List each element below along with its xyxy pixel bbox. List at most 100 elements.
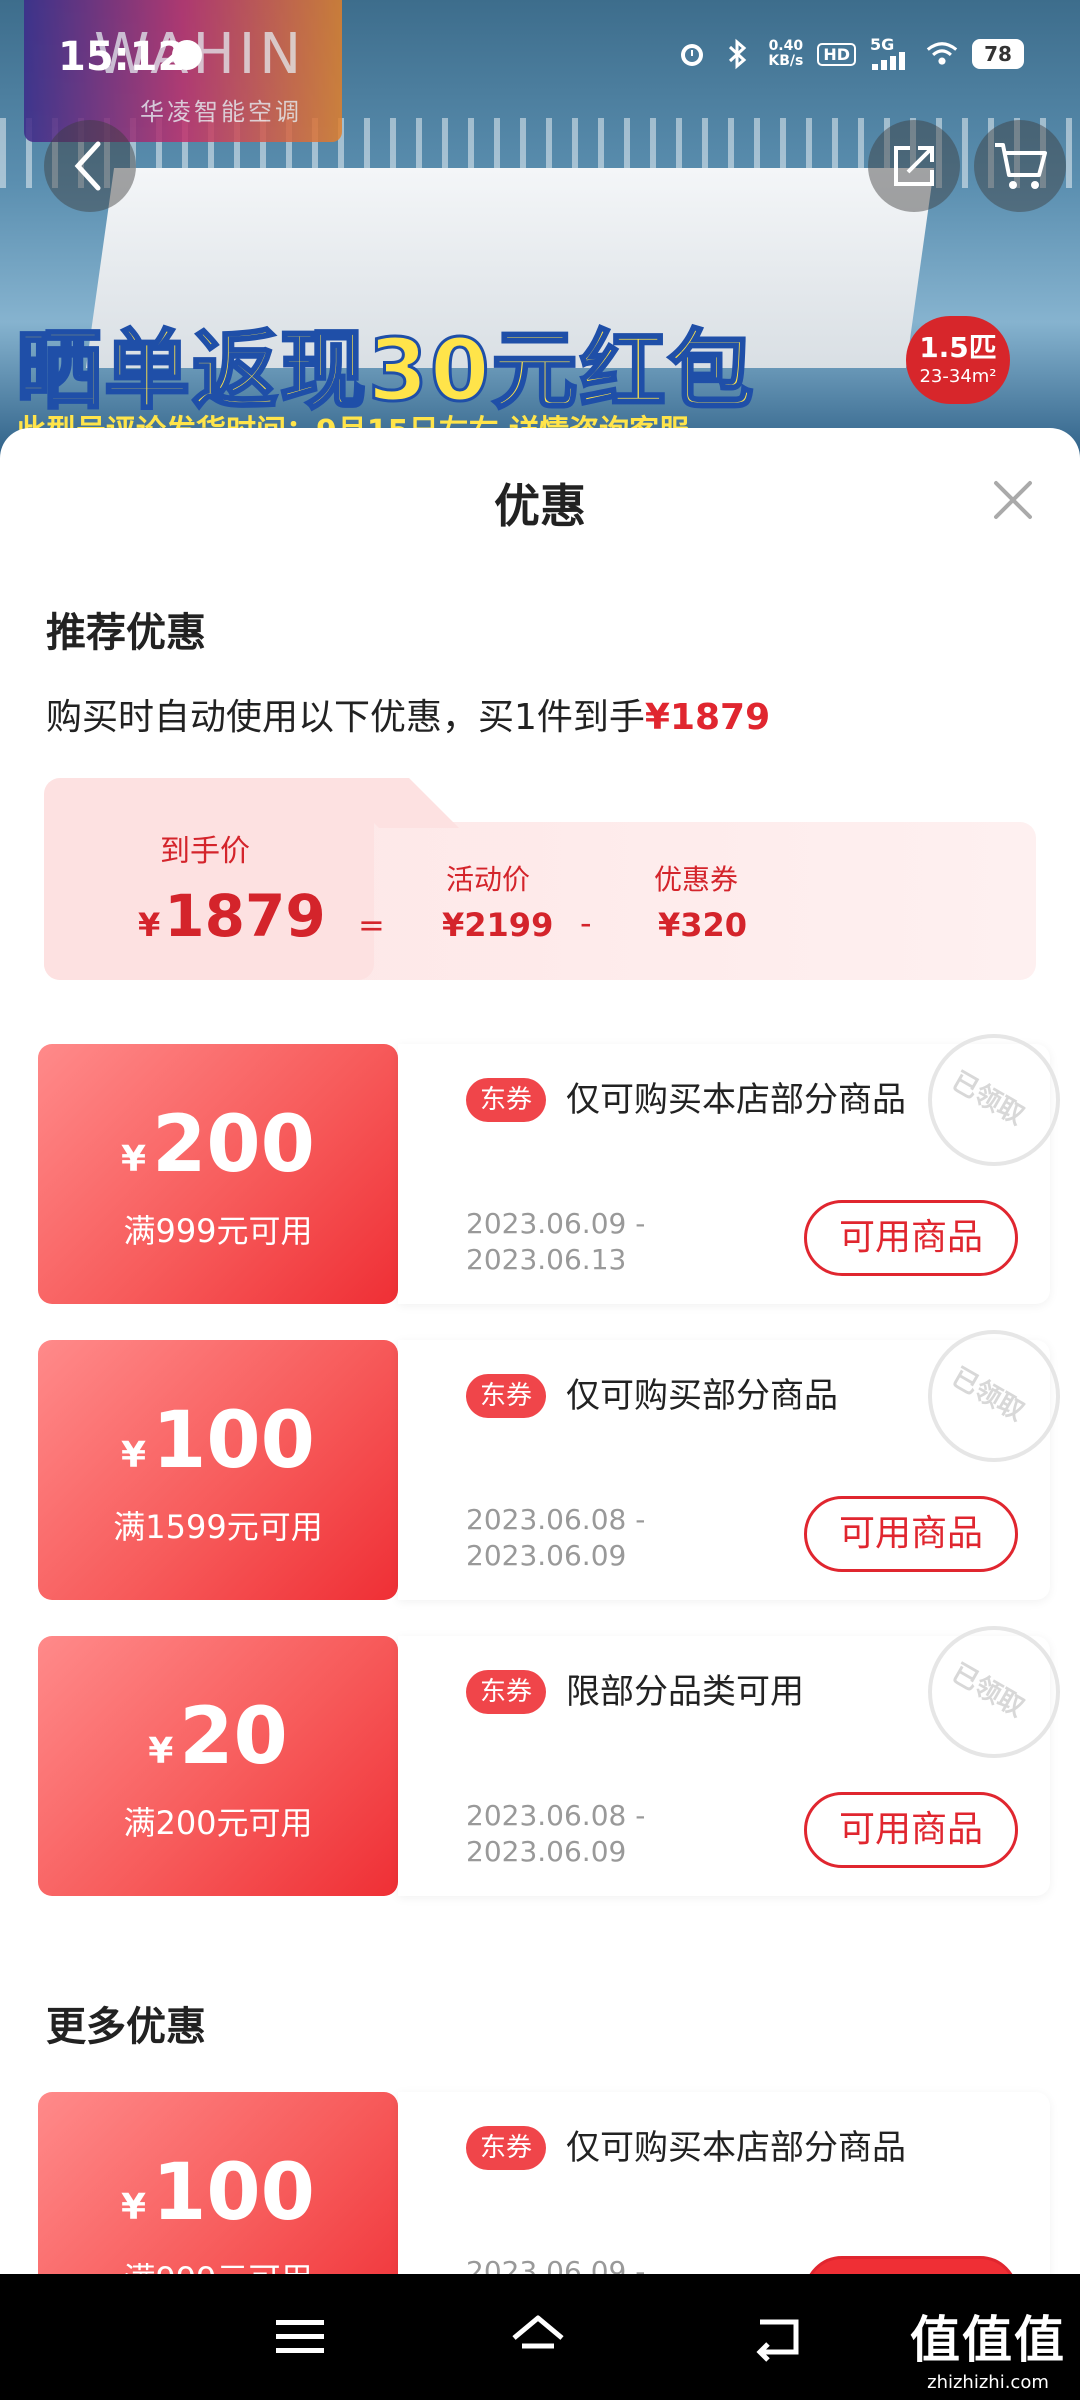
available-products-button[interactable]: 可用商品 [804, 1200, 1018, 1276]
signal-icon: 5G [870, 35, 912, 70]
coupon-card: ¥200 满999元可用 东券 仅可购买本店部分商品 2023.06.09 -2… [38, 1034, 1060, 1304]
minus-sign: - [580, 904, 592, 942]
coupon-condition: 满999元可用 [123, 1212, 313, 1250]
coupon-condition: 满999元可用 [38, 2254, 398, 2274]
coupon-info-panel: 东券 限部分品类可用 2023.06.08 -2023.06.09 可用商品 已… [398, 1626, 1060, 1896]
coupon-card: ¥20 满200元可用 东券 限部分品类可用 2023.06.08 -2023.… [38, 1626, 1060, 1896]
coupon-info-panel: 东券 仅可购买本店部分商品 2023.06.09 -2023.06.13 可用商… [398, 1034, 1060, 1304]
menu-icon[interactable] [272, 2312, 328, 2362]
claimed-stamp-icon: 已领取 [928, 1034, 1060, 1166]
net-speed: 0.40 KB/s [768, 39, 803, 69]
claim-coupon-button[interactable]: 领取 [804, 2256, 1018, 2274]
claimed-stamp-icon: 已领取 [928, 1626, 1060, 1758]
coupon-total-value: ¥320 [658, 906, 748, 944]
hd-icon: HD [817, 42, 856, 66]
coupon-description: 仅可购买本店部分商品 [566, 2128, 906, 2168]
alarm-icon [676, 38, 708, 70]
wifi-icon [926, 38, 958, 70]
coupon-info-panel: 东券 仅可购买本店部分商品 2023.06.09 - 领取 [398, 2092, 1050, 2274]
activity-price-value: ¥2199 [442, 906, 554, 944]
coupon-amount-value: 100 [152, 2148, 315, 2238]
coupon-value-panel: ¥100 满999元可用 [38, 2092, 398, 2274]
discount-sheet: 优惠 推荐优惠 购买时自动使用以下优惠，买1件到手¥1879 到手价 ¥1879… [0, 428, 1080, 2274]
coupon-currency: ¥ [121, 2187, 147, 2228]
watermark-logo: 值值值 [910, 2311, 1066, 2369]
coupon-amount: ¥100 [38, 1402, 398, 1480]
coupon-date-end: 2023.06.09 [466, 1539, 627, 1572]
share-icon [894, 146, 934, 186]
recommended-description: 购买时自动使用以下优惠，买1件到手¥1879 [46, 688, 770, 740]
coupon-value-panel: ¥20 满200元可用 [38, 1636, 398, 1896]
net-speed-unit: KB/s [768, 53, 804, 69]
recommended-title: 推荐优惠 [46, 610, 206, 656]
more-offers-title: 更多优惠 [46, 2004, 206, 2050]
final-price: ¥1879 [138, 882, 326, 950]
watermark-site: zhizhizhi.com [927, 2372, 1049, 2393]
coupon-date-end: 2023.06.09 [466, 1835, 627, 1868]
close-icon[interactable] [990, 478, 1034, 522]
coupon-description: 仅可购买本店部分商品 [566, 1080, 906, 1120]
status-time: 15:12 [58, 34, 186, 80]
coupon-date-start: 2023.06.09 - [466, 1207, 646, 1240]
cart-button[interactable] [974, 120, 1066, 212]
coupon-currency: ¥ [121, 1139, 147, 1180]
claimed-stamp-text: 已领取 [946, 1066, 1030, 1132]
coupon-date-start: 2023.06.09 - [466, 2255, 646, 2274]
status-icons: 0.40 KB/s HD 5G 78 [676, 35, 1024, 70]
claimed-stamp-text: 已领取 [946, 1658, 1030, 1724]
site-watermark: 值值值 zhizhizhi.com [910, 2300, 1066, 2393]
coupon-condition: 满200元可用 [123, 1804, 313, 1842]
area-value: 23-34m² [919, 366, 997, 387]
coupon-date-start: 2023.06.08 - [466, 1503, 646, 1536]
coupon-info-panel: 东券 仅可购买部分商品 2023.06.08 -2023.06.09 可用商品 … [398, 1330, 1060, 1600]
activity-price-label: 活动价 [446, 863, 531, 896]
coupon-tag: 东券 [466, 1374, 547, 1418]
coupon-amount: ¥20 [38, 1698, 398, 1776]
rec-desc-text: 购买时自动使用以下优惠，买1件到手 [46, 697, 645, 738]
cart-icon [995, 143, 1047, 189]
coupon-description: 仅可购买部分商品 [566, 1376, 838, 1416]
coupon-value-panel: ¥200 满999元可用 [38, 1044, 398, 1304]
available-products-button[interactable]: 可用商品 [804, 1496, 1018, 1572]
power-value: 1.5匹 [919, 331, 997, 364]
coupon-currency: ¥ [148, 1731, 174, 1772]
coupon-date-end: 2023.06.13 [466, 1243, 627, 1276]
home-icon[interactable] [510, 2312, 566, 2362]
bluetooth-icon [722, 38, 754, 70]
coupon-amount: ¥100 [38, 2154, 398, 2232]
status-bar: 15:12 0.40 KB/s HD 5G 78 [0, 0, 1080, 116]
coupon-tag: 东券 [466, 1078, 547, 1122]
power-badge: 1.5匹 23-34m² [906, 316, 1010, 404]
sheet-title: 优惠 [494, 479, 586, 533]
share-button[interactable] [868, 120, 960, 212]
chevron-left-icon [74, 141, 101, 191]
coupon-amount-value: 20 [179, 1692, 288, 1782]
coupon-card: ¥100 满999元可用 东券 仅可购买本店部分商品 2023.06.09 - … [38, 2092, 1050, 2274]
coupon-validity: 2023.06.09 -2023.06.13 [466, 1206, 645, 1278]
final-price-label: 到手价 [160, 834, 250, 869]
coupon-tag: 东券 [466, 1670, 547, 1714]
claimed-stamp-icon: 已领取 [928, 1330, 1060, 1462]
battery-icon: 78 [972, 39, 1024, 69]
claimed-stamp-text: 已领取 [946, 1362, 1030, 1428]
final-price-value: 1879 [164, 882, 326, 950]
available-products-button[interactable]: 可用商品 [804, 1792, 1018, 1868]
coupon-validity: 2023.06.09 - [466, 2254, 645, 2274]
back-nav-icon[interactable] [752, 2312, 808, 2362]
coupon-condition: 满1599元可用 [113, 1508, 323, 1546]
rec-desc-price: ¥1879 [644, 697, 771, 738]
coupon-validity: 2023.06.08 -2023.06.09 [466, 1798, 645, 1870]
net-speed-value: 0.40 [768, 38, 804, 54]
coupon-currency: ¥ [121, 1435, 147, 1476]
globe-icon [172, 40, 202, 70]
price-breakdown-card: 到手价 ¥1879 = 活动价 ¥2199 - 优惠券 ¥320 [44, 778, 1036, 980]
coupon-amount-value: 200 [152, 1100, 315, 1190]
coupon-amount-value: 100 [152, 1396, 315, 1486]
back-button[interactable] [44, 120, 136, 212]
coupon-tag: 东券 [466, 2126, 547, 2170]
coupon-amount: ¥200 [38, 1106, 398, 1184]
final-price-currency: ¥ [138, 906, 161, 944]
network-type: 5G [870, 35, 895, 54]
coupon-total-label: 优惠券 [654, 863, 739, 896]
coupon-value-panel: ¥100 满1599元可用 [38, 1340, 398, 1600]
